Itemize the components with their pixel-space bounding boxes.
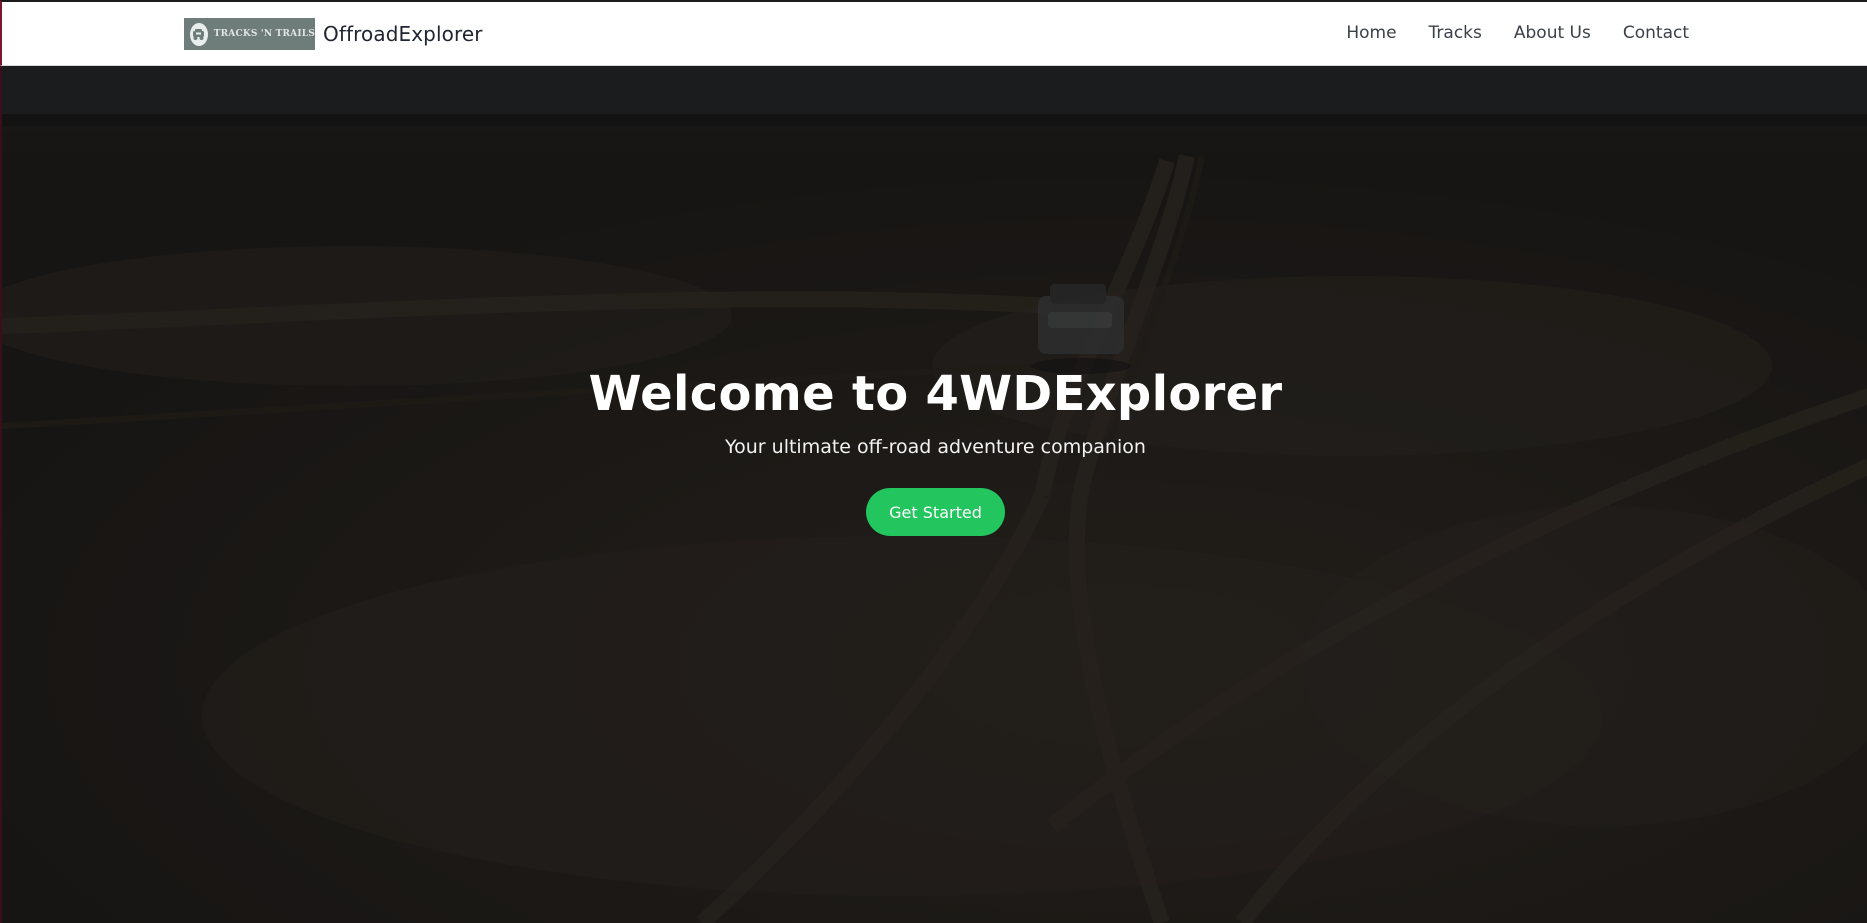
hero-title: Welcome to 4WDExplorer [588, 366, 1283, 422]
nav-link-home[interactable]: Home [1346, 23, 1396, 43]
top-navbar: TRACKS 'N TRAILS OffroadExplorer Home Tr… [0, 0, 1867, 66]
nav-link-tracks[interactable]: Tracks [1429, 23, 1482, 43]
nav-link-contact[interactable]: Contact [1623, 23, 1689, 43]
brand[interactable]: TRACKS 'N TRAILS OffroadExplorer [184, 18, 483, 50]
nav-link-about-us[interactable]: About Us [1514, 23, 1591, 43]
main-nav: Home Tracks About Us Contact [1346, 23, 1689, 43]
site-logo[interactable]: TRACKS 'N TRAILS [184, 18, 315, 50]
hero-section: Welcome to 4WDExplorer Your ultimate off… [0, 66, 1867, 923]
get-started-button[interactable]: Get Started [866, 488, 1005, 536]
brand-name[interactable]: OffroadExplorer [323, 22, 483, 46]
jeep-logo-icon [190, 22, 208, 46]
logo-text: TRACKS 'N TRAILS [213, 29, 315, 39]
hero-subtitle: Your ultimate off-road adventure compani… [725, 436, 1146, 458]
hero-content: Welcome to 4WDExplorer Your ultimate off… [2, 366, 1867, 536]
